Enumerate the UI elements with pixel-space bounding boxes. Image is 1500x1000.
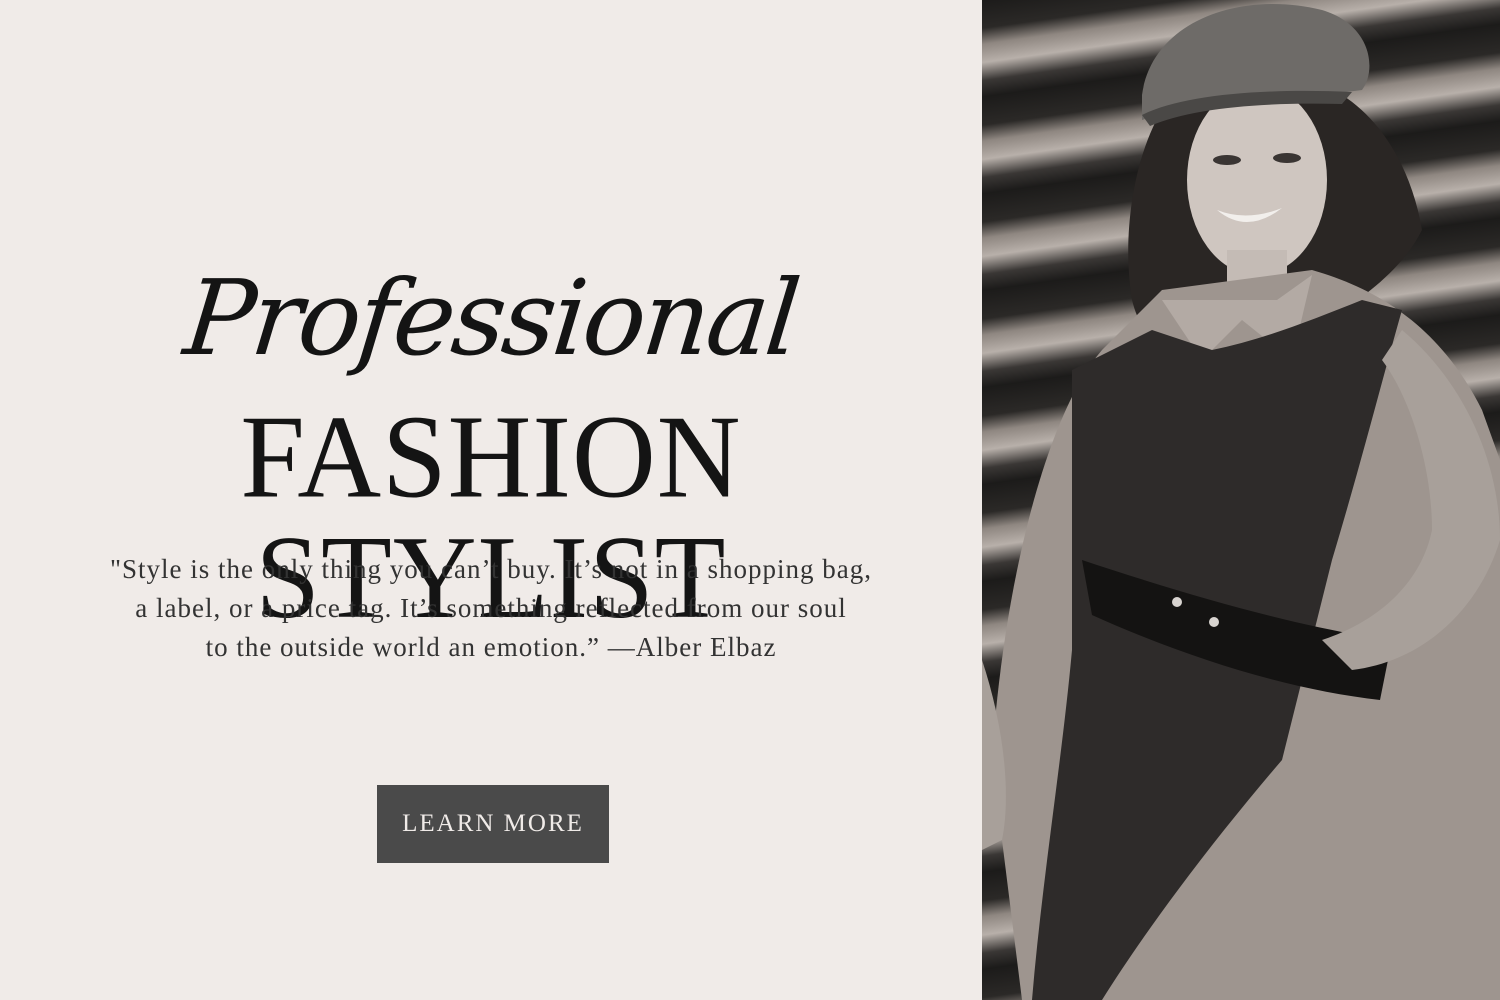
portrait-photo [982, 0, 1500, 1000]
hero-banner: Professional FASHION STYLIST "Style is t… [0, 0, 1500, 1000]
portrait-illustration [982, 3, 1500, 1000]
hero-text-panel: Professional FASHION STYLIST "Style is t… [0, 0, 982, 1000]
quote-line: a label, or a price tag. It’s something … [135, 593, 847, 623]
learn-more-button[interactable]: LEARN MORE [377, 785, 609, 863]
script-title: Professional [178, 257, 804, 379]
quote-line: "Style is the only thing you can’t buy. … [110, 554, 872, 584]
quote-line: to the outside world an emotion.” —Alber… [205, 632, 777, 662]
quote: "Style is the only thing you can’t buy. … [40, 550, 942, 667]
